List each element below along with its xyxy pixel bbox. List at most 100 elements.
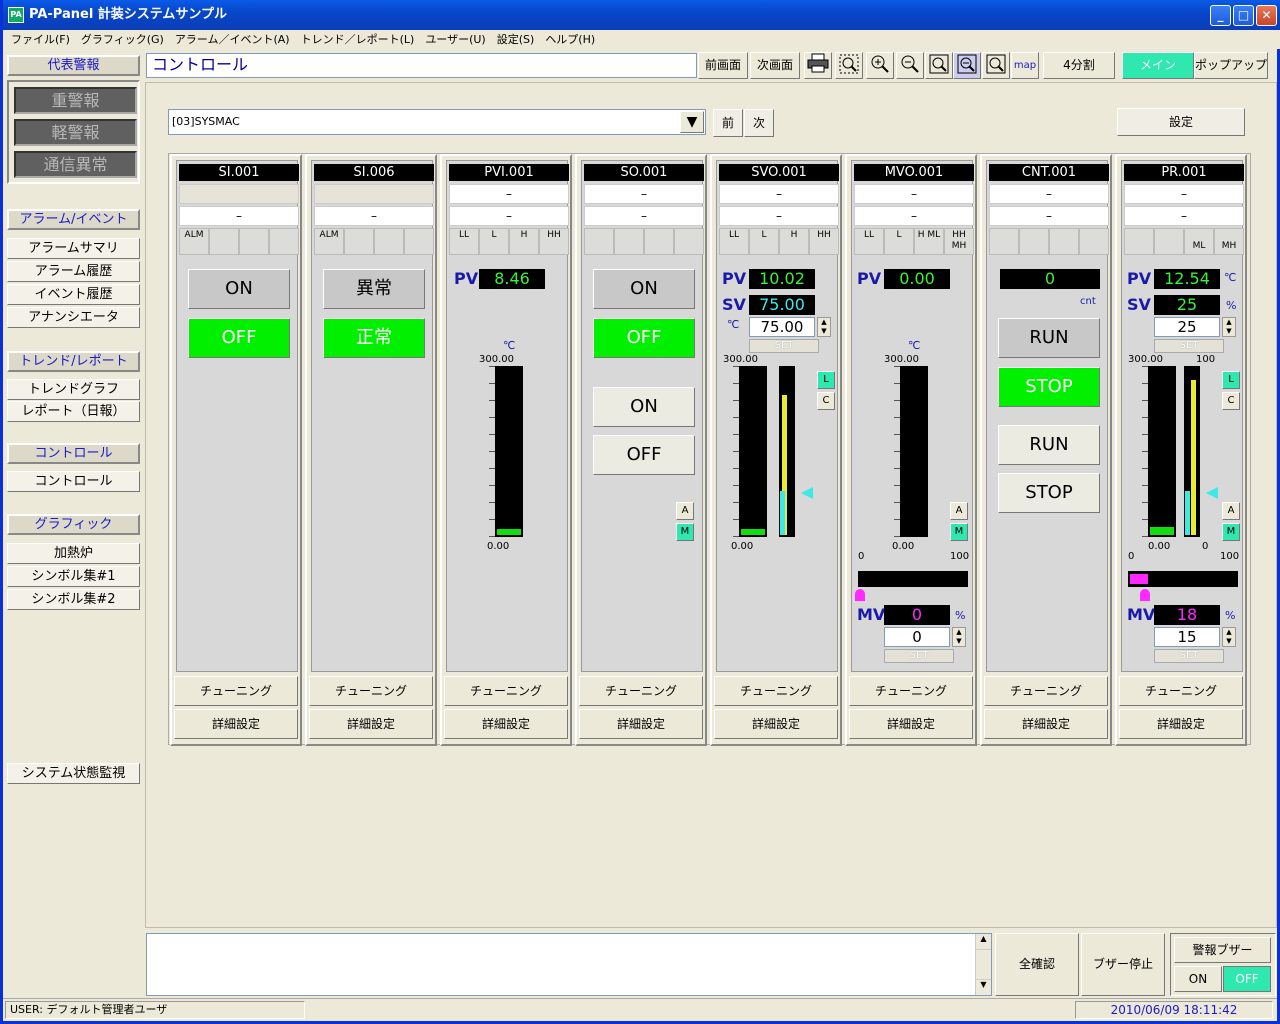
dropdown-arrow-icon[interactable]: ▼ [680, 111, 704, 133]
print-icon[interactable] [804, 52, 832, 79]
nav-alarm-summary[interactable]: アラームサマリ [7, 238, 140, 259]
detail-settings-button[interactable]: 詳細設定 [849, 709, 973, 739]
on-button[interactable]: ON [593, 387, 695, 427]
nav-control[interactable]: コントロール [7, 471, 140, 492]
split-4-button[interactable]: 4分割 [1043, 52, 1115, 79]
cascade-button[interactable]: C [1222, 392, 1240, 410]
confirm-all-button[interactable]: 全確認 [995, 933, 1079, 996]
buzzer-on-button[interactable]: ON [1174, 966, 1222, 992]
mv-set-button[interactable]: SET [1154, 649, 1224, 663]
scale-tick [489, 434, 495, 435]
manual-button[interactable]: M [676, 523, 694, 541]
off-indicator[interactable]: OFF [188, 318, 290, 358]
zoom-fit-icon[interactable] [925, 52, 953, 79]
buzzer-off-button[interactable]: OFF [1223, 966, 1271, 992]
detail-settings-button[interactable]: 詳細設定 [984, 709, 1108, 739]
sv-input[interactable]: 75.00 [749, 317, 815, 337]
sv-spinner[interactable]: ▲ ▼ [817, 317, 831, 337]
close-button[interactable]: ✕ [1256, 5, 1277, 26]
manual-button[interactable]: M [950, 523, 968, 541]
menu-user[interactable]: ユーザー(U) [420, 30, 491, 48]
scroll-down-icon[interactable]: ▼ [976, 979, 991, 995]
scroll-up-icon[interactable]: ▲ [976, 934, 991, 950]
mv-spinner[interactable]: ▲ ▼ [1222, 627, 1236, 647]
minimize-button[interactable]: _ [1210, 5, 1231, 26]
prev-screen-button[interactable]: 前画面 [698, 52, 748, 79]
run-button[interactable]: RUN [998, 425, 1100, 465]
auto-button[interactable]: A [676, 502, 694, 520]
maximize-button[interactable]: □ [1233, 5, 1254, 26]
menu-settings[interactable]: 設定(S) [492, 30, 541, 48]
buzzer-stop-button[interactable]: ブザー停止 [1081, 933, 1165, 996]
auto-button[interactable]: A [1222, 502, 1240, 520]
sv-input[interactable]: 25 [1154, 317, 1220, 337]
off-button[interactable]: OFF [593, 435, 695, 475]
menu-trend[interactable]: トレンド／レポート(L) [296, 30, 421, 48]
sv-set-button[interactable]: SET [1154, 339, 1224, 353]
tuning-button[interactable]: チューニング [1119, 676, 1243, 706]
menu-graphic[interactable]: グラフィック(G) [76, 30, 170, 48]
tuning-button[interactable]: チューニング [309, 676, 433, 706]
detail-settings-button[interactable]: 詳細設定 [444, 709, 568, 739]
local-button[interactable]: L [817, 371, 835, 389]
settings-button[interactable]: 設定 [1117, 108, 1245, 136]
nav-system-monitor[interactable]: システム状態監視 [7, 763, 140, 784]
zoom-out-icon[interactable] [896, 52, 924, 79]
mv-input[interactable]: 0 [884, 627, 950, 647]
normal-indicator[interactable]: 正常 [323, 318, 425, 358]
detail-settings-button[interactable]: 詳細設定 [309, 709, 433, 739]
tuning-button[interactable]: チューニング [174, 676, 298, 706]
tuning-button[interactable]: チューニング [444, 676, 568, 706]
nav-symbols-2[interactable]: シンボル集#2 [7, 589, 140, 610]
tuning-button[interactable]: チューニング [579, 676, 703, 706]
sv-set-button[interactable]: SET [749, 339, 819, 353]
alarm-cell [584, 228, 614, 255]
message-scrollbar[interactable]: ▲ ▼ [975, 934, 991, 995]
menu-help[interactable]: ヘルプ(H) [540, 30, 601, 48]
nav-symbols-1[interactable]: シンボル集#1 [7, 566, 140, 587]
nav-annunciator[interactable]: アナンシエータ [7, 307, 140, 328]
menu-file[interactable]: ファイル(F) [6, 30, 76, 48]
popup-view-button[interactable]: ポップアップ [1194, 52, 1268, 79]
zoom-reset-icon[interactable] [982, 52, 1010, 79]
tuning-button[interactable]: チューニング [714, 676, 838, 706]
nav-alarm-history[interactable]: アラーム履歴 [7, 261, 140, 282]
zoom-page-icon[interactable] [953, 52, 981, 79]
detail-settings-button[interactable]: 詳細設定 [1119, 709, 1243, 739]
map-button[interactable]: map [1011, 52, 1039, 79]
auto-button[interactable]: A [950, 502, 968, 520]
local-button[interactable]: L [1222, 371, 1240, 389]
next-screen-button[interactable]: 次画面 [750, 52, 800, 79]
zoom-area-icon[interactable] [835, 52, 863, 79]
tuning-button[interactable]: チューニング [849, 676, 973, 706]
tuning-button[interactable]: チューニング [984, 676, 1108, 706]
nav-trend-graph[interactable]: トレンドグラフ [7, 379, 140, 400]
faceplate-body: PVI.001 – – LL L H HH PV 8.46 ℃ 300.00 0.00 [446, 160, 569, 672]
zoom-in-icon[interactable] [866, 52, 894, 79]
on-indicator[interactable]: ON [188, 269, 290, 309]
main-view-button[interactable]: メイン [1122, 52, 1194, 79]
menu-alarm[interactable]: アラーム／イベント(A) [170, 30, 296, 48]
major-alarm-lamp[interactable]: 重警報 [14, 87, 137, 114]
nav-daily-report[interactable]: レポート（日報） [7, 401, 140, 422]
minor-alarm-lamp[interactable]: 軽警報 [14, 119, 137, 146]
prev-station-button[interactable]: 前 [713, 109, 743, 137]
abnormal-indicator[interactable]: 異常 [323, 269, 425, 309]
station-select[interactable]: [03]SYSMAC ▼ [168, 109, 706, 135]
detail-settings-button[interactable]: 詳細設定 [714, 709, 838, 739]
mv-spinner[interactable]: ▲ ▼ [952, 627, 966, 647]
comm-error-lamp[interactable]: 通信異常 [14, 151, 137, 178]
message-area[interactable]: ▲ ▼ [146, 933, 992, 996]
cascade-button[interactable]: C [817, 392, 835, 410]
stop-button[interactable]: STOP [998, 473, 1100, 513]
scale-tick [894, 468, 900, 469]
mv-input[interactable]: 15 [1154, 627, 1220, 647]
next-station-button[interactable]: 次 [744, 109, 774, 137]
detail-settings-button[interactable]: 詳細設定 [579, 709, 703, 739]
mv-set-button[interactable]: SET [884, 649, 954, 663]
nav-event-history[interactable]: イベント履歴 [7, 284, 140, 305]
manual-button[interactable]: M [1222, 523, 1240, 541]
detail-settings-button[interactable]: 詳細設定 [174, 709, 298, 739]
sv-spinner[interactable]: ▲ ▼ [1222, 317, 1236, 337]
nav-furnace[interactable]: 加熱炉 [7, 543, 140, 564]
